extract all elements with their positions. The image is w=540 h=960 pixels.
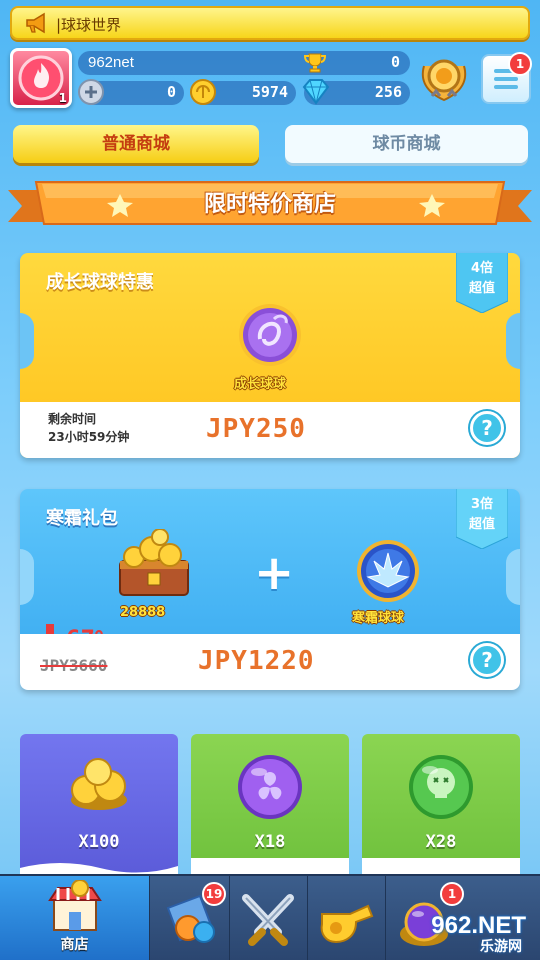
tab-ball-coin-shop[interactable]: 球币商城 [285,125,528,163]
item-quantity: X28 [425,832,457,852]
nav-whistle[interactable] [308,876,386,960]
multiplier-text: 超值 [468,281,495,296]
stat-bar-diamonds[interactable]: 256 [302,79,410,105]
menu-notification-badge: 1 [508,52,532,76]
offer-card-frost[interactable]: 寒霜礼包 3倍 超值 28888 + 寒霜球球 67% JPY3660 JPY1… [20,489,520,690]
grid-item-coins[interactable]: X100 [20,734,178,884]
multiplier-tag: 4倍 超值 [456,253,508,313]
treasure-chest-icon [112,528,196,605]
player-avatar[interactable]: 1 [10,48,72,108]
announcement-bar[interactable]: |球球世界 [10,6,530,40]
multiplier-value: 3倍 [470,497,494,512]
remaining-time-label: 剩余时间 [48,412,97,426]
stat-bar-plus-coins[interactable]: 0 [78,79,184,105]
shop-title: 限时特价商店 [203,192,336,217]
coins-amount-label: 28888 [120,605,166,620]
offer-name: 寒霜礼包 [46,508,118,529]
item-quantity: X100 [78,832,120,852]
site-watermark: 962.NET 乐游网 [392,912,532,956]
gold-coins-icon [66,756,132,818]
offer-price: JPY1220 [198,646,315,676]
help-button[interactable]: ? [470,643,504,677]
gold-coin-value: 5974 [251,83,288,101]
remaining-time-value: 23小时59分钟 [48,430,130,444]
gold-coin-icon [188,77,218,111]
diamond-icon [300,77,332,111]
multiplier-value: 4倍 [470,261,494,276]
nav-shop[interactable]: 商店 [0,876,150,960]
plus-coin-icon [76,77,106,111]
stat-bar-gold-coins[interactable]: 5974 [190,79,296,105]
purple-ball-icon [235,752,305,826]
offer-footer: JPY3660 JPY1220 ? [20,634,520,690]
nav-shop-label: 商店 [60,937,89,953]
original-price: JPY3660 [40,656,108,675]
rank-badge-icon[interactable] [418,52,470,110]
offer-item-label: 成长球球 [234,377,287,392]
player-name: 962net [88,54,134,71]
frost-ball-icon [352,535,424,611]
megaphone-icon [24,12,50,38]
watermark-sitename: 乐游网 [480,939,522,955]
trophy-count: 0 [390,53,400,71]
nav-battle[interactable] [230,876,308,960]
help-button[interactable]: ? [470,411,504,445]
limited-shop-banner: 限时特价商店 [8,176,532,230]
item-quantity: X18 [254,832,286,852]
grid-item-green-ball[interactable]: X28 [362,734,520,884]
green-ball-icon [406,752,476,826]
shop-icon [44,879,106,938]
grid-item-purple-ball[interactable]: X18 [191,734,349,884]
offer-price: JPY250 [206,414,306,444]
tab-normal-shop[interactable]: 普通商城 [13,125,259,163]
launcher-notification-badge: 19 [202,882,226,906]
offer-item-label: 寒霜球球 [352,611,405,626]
player-name-bar: 962net 0 [78,51,410,75]
plus-sign: + [254,545,295,601]
announcement-text: |球球世界 [56,16,122,34]
trophy-icon [303,53,327,77]
avatar-level: 1 [58,91,67,105]
offer-name: 成长球球特惠 [46,272,154,293]
diamond-value: 256 [374,83,402,101]
whistle-icon [316,892,376,952]
offer-footer: 剩余时间 23小时59分钟 JPY250 ? [20,402,520,458]
growth-ball-icon [234,299,306,375]
crossed-swords-icon [238,892,298,952]
plus-coin-value: 0 [166,83,176,101]
multiplier-text: 超值 [468,517,495,532]
bag-notification-badge: 1 [440,882,464,906]
offer-card-growth[interactable]: 成长球球特惠 4倍 超值 成长球球 剩余时间 23小时59分钟 JPY250 ? [20,253,520,458]
multiplier-tag: 3倍 超值 [456,489,508,549]
